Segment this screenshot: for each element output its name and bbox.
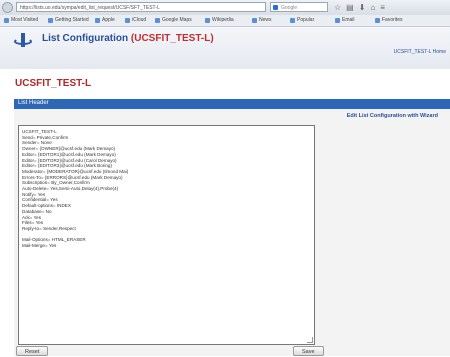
popular-icon [290,18,295,23]
config-line: Mail-Merge= Yes [22,243,57,249]
bookmark-item[interactable]: Google Maps [155,17,192,24]
cloud-icon [125,18,130,23]
list-name-heading: UCSFIT_TEST-L [15,78,92,89]
favorites-icon [375,18,380,23]
bookmarks-bar: Most Visited Getting Started Apple iClou… [0,15,450,27]
bookmark-item[interactable]: Wikipedia [205,17,234,24]
star-icon[interactable]: ☆ [334,3,346,12]
bookmark-icon [4,18,9,23]
resize-handle[interactable] [307,337,313,343]
list-config-panel: Edit List Configuration with Wizard UCSF… [14,109,450,356]
section-header-label: List Header [18,100,49,106]
home-icon[interactable]: ⌂ [370,3,380,12]
sympa-logo-icon [14,33,32,47]
bookmark-item[interactable]: Favorites [375,17,403,24]
download-icon[interactable]: ⬇ [359,3,371,12]
email-icon [335,18,340,23]
section-header: List Header [14,99,450,109]
edit-with-wizard-link[interactable]: Edit List Configuration with Wizard [347,113,438,119]
search-engine-icon [273,5,278,10]
bookmark-item[interactable]: Getting Started [48,17,89,24]
news-icon [252,18,257,23]
clipboard-icon[interactable]: ▤ [346,3,359,12]
app-header: List Configuration (UCSFIT_TEST-L) UCSFI… [0,27,450,69]
list-home-link[interactable]: UCSFIT_TEST-L Home [394,49,446,55]
bookmark-item[interactable]: Popular [290,17,314,24]
bookmark-icon [48,18,53,23]
save-button[interactable]: Save [293,346,324,356]
page-title: List Configuration (UCSFIT_TEST-L) [42,33,214,44]
config-textarea[interactable]: UCSFIT_TEST-L Send= Private,Confirm Send… [18,125,315,345]
page-title-prefix: List Configuration [42,33,129,44]
address-bar[interactable]: https://lists.uo.edu/sympa/edit_list_req… [16,2,266,12]
bookmark-item[interactable]: News [252,17,272,24]
browser-tools: ☆▤⬇⌂≡ [334,3,390,12]
apple-icon [95,18,100,23]
bookmark-item[interactable]: iCloud [125,17,146,24]
map-icon [155,18,160,23]
page-title-list: (UCSFIT_TEST-L) [130,33,214,44]
search-placeholder: Google [281,5,298,11]
bookmark-item[interactable]: Apple [95,17,115,24]
browser-toolbar: https://lists.uo.edu/sympa/edit_list_req… [0,0,450,16]
bookmark-item[interactable]: Email [335,17,355,24]
bookmark-item[interactable]: Most Visited [4,17,38,24]
back-button[interactable] [2,2,13,13]
wikipedia-icon [205,18,210,23]
reset-button[interactable]: Reset [16,346,49,356]
browser-search-field[interactable]: Google [270,2,328,12]
menu-icon[interactable]: ≡ [380,3,390,12]
